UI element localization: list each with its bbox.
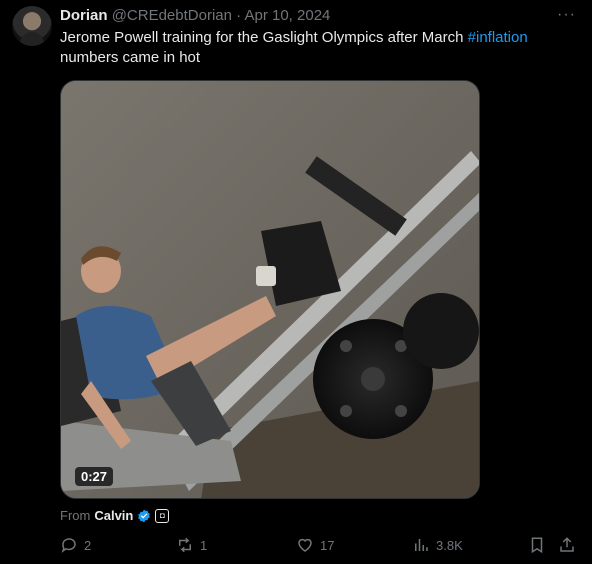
avatar[interactable] (12, 6, 52, 46)
views-chart-icon (415, 539, 428, 551)
more-options-icon[interactable]: ··· (557, 6, 576, 24)
tweet-text: Jerome Powell training for the Gaslight … (60, 28, 560, 68)
views-button[interactable]: 3.8K (412, 536, 463, 554)
reply-icon (61, 538, 76, 553)
video-frame (61, 81, 479, 498)
author-handle[interactable]: @CREdebtDorian (112, 7, 232, 24)
tweet-text-body: Jerome Powell training for the Gaslight … (60, 29, 468, 46)
author-name[interactable]: Dorian (60, 7, 108, 24)
attribution-user[interactable]: Calvin (94, 508, 133, 523)
tweet[interactable]: Dorian @CREdebtDorian · Apr 10, 2024 ···… (0, 0, 592, 564)
repost-count: 1 (200, 537, 208, 553)
heart-icon (298, 538, 312, 552)
bookmark-icon (531, 537, 543, 554)
action-bar: 2 1 17 3.8K (60, 536, 580, 556)
verified-badge-icon (138, 509, 151, 522)
hashtag-link[interactable]: #inflation (468, 29, 528, 46)
share-button[interactable] (558, 536, 576, 554)
affiliate-badge-icon: ◘ (155, 508, 170, 523)
like-count: 17 (320, 537, 335, 553)
separator-dot: · (236, 7, 242, 24)
reply-button[interactable]: 2 (60, 536, 91, 554)
tweet-header: Dorian @CREdebtDorian · Apr 10, 2024 (60, 7, 330, 25)
reply-count: 2 (84, 537, 92, 553)
bookmark-button[interactable] (528, 536, 546, 554)
repost-icon (179, 537, 191, 553)
video-duration: 0:27 (75, 467, 114, 486)
attribution-prefix: From (60, 508, 91, 523)
tweet-date[interactable]: Apr 10, 2024 (244, 7, 330, 24)
video-player[interactable]: 0:27 (60, 80, 480, 499)
repost-button[interactable]: 1 (176, 536, 207, 554)
tweet-text-end: numbers came in hot (60, 49, 201, 66)
share-icon (560, 537, 574, 552)
views-count: 3.8K (436, 537, 463, 553)
attribution: From Calvin ◘ (60, 508, 170, 523)
like-button[interactable]: 17 (296, 536, 334, 554)
